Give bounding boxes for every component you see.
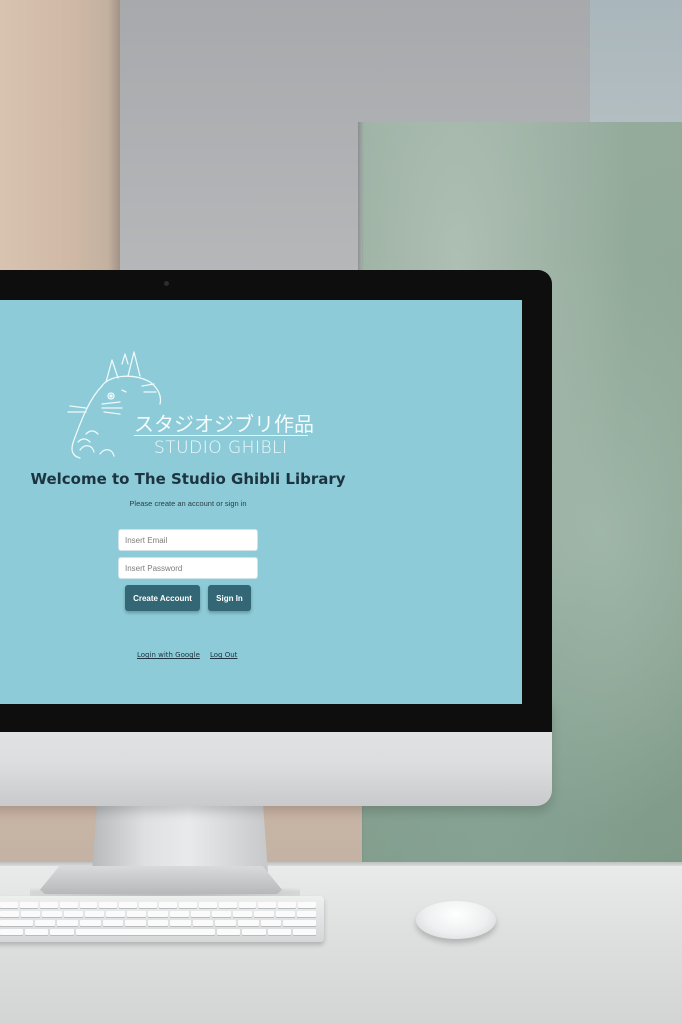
keyboard-row [0, 920, 316, 926]
sign-in-button[interactable]: Sign In [208, 585, 251, 611]
email-field[interactable] [118, 529, 258, 551]
app-screen: スタジオジブリ作品 STUDIO GHIBLI Welcome to The S… [0, 300, 522, 704]
wall-right [590, 0, 682, 140]
mouse [416, 901, 496, 939]
page-title: Welcome to The Studio Ghibli Library [30, 470, 346, 488]
keyboard-row [0, 902, 316, 908]
keyboard-row [0, 911, 317, 917]
log-out-link[interactable]: Log Out [210, 651, 237, 659]
camera-icon [164, 281, 169, 286]
keyboard [0, 896, 324, 942]
login-with-google-link[interactable]: Login with Google [137, 651, 200, 659]
logo-japanese-text: スタジオジブリ作品 [134, 412, 314, 436]
studio-ghibli-logo: スタジオジブリ作品 STUDIO GHIBLI [62, 346, 322, 462]
logo-divider [134, 435, 308, 436]
logo-english-text: STUDIO GHIBLI [154, 438, 288, 458]
password-field[interactable] [118, 557, 258, 579]
imac-stand-foot [40, 866, 282, 894]
keyboard-row [0, 929, 317, 935]
imac-stand [92, 800, 268, 872]
create-account-button[interactable]: Create Account [125, 585, 200, 611]
page-subtitle: Please create an account or sign in [129, 499, 247, 508]
